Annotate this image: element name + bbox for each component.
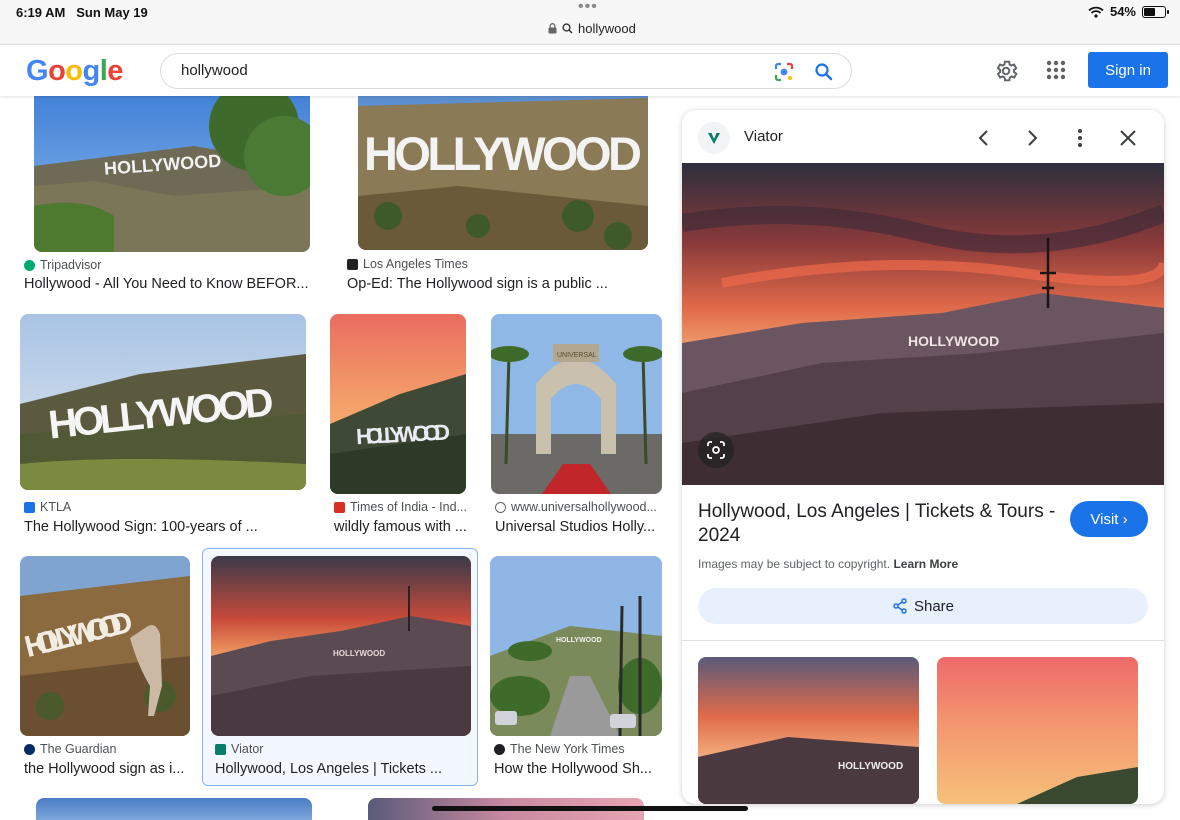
result-source: Times of India - Ind... xyxy=(334,500,467,514)
chevron-right-icon[interactable] xyxy=(1020,126,1044,150)
apps-grid-icon[interactable] xyxy=(1045,59,1067,81)
chevron-left-icon[interactable] xyxy=(972,126,996,150)
result-image-viator[interactable]: HOLLYWOOD xyxy=(211,556,471,736)
status-time: 6:19 AM Sun May 19 xyxy=(16,5,148,20)
gear-icon[interactable] xyxy=(993,58,1019,84)
search-box[interactable] xyxy=(160,53,852,89)
share-icon xyxy=(893,598,907,614)
nyt-favicon-icon xyxy=(494,743,505,755)
battery-icon xyxy=(1142,5,1169,18)
result-card-tripadvisor[interactable]: HOLLYWOOD Tripadvisor Hollywood - All Yo… xyxy=(20,96,324,296)
result-title[interactable]: The Hollywood Sign: 100-years of ... xyxy=(24,519,310,535)
visual-search-button[interactable] xyxy=(698,432,734,468)
lock-icon xyxy=(548,23,557,34)
tab-menu-icon[interactable]: ••• xyxy=(578,0,598,16)
divider xyxy=(682,640,1164,641)
result-source: Tripadvisor xyxy=(24,258,101,272)
status-bar: 6:19 AM Sun May 19 ••• hollywood 54% xyxy=(0,0,1180,44)
google-lens-icon[interactable] xyxy=(773,61,795,83)
share-button[interactable]: Share xyxy=(698,588,1148,624)
logo-letter: o xyxy=(48,55,66,87)
result-image-guardian[interactable]: HOLLYWOOD xyxy=(20,556,190,736)
related-image-1[interactable]: HOLLYWOOD xyxy=(698,657,919,804)
search-input[interactable] xyxy=(181,62,741,79)
result-card-viator-selected[interactable]: HOLLYWOOD Viator Hollywood, Los Angeles … xyxy=(202,548,478,786)
copyright-notice: Images may be subject to copyright. Lear… xyxy=(698,557,959,571)
result-source: Viator xyxy=(215,742,263,756)
result-image-latimes[interactable]: HOLLYWOOD xyxy=(358,96,648,250)
result-image-partial-1[interactable] xyxy=(36,798,312,820)
result-image-nyt[interactable]: HOLLYWOOD xyxy=(490,556,662,736)
result-image-times-of-india[interactable]: HOLLYWOOD xyxy=(330,314,466,494)
wifi-icon xyxy=(1088,6,1104,18)
result-image-tripadvisor[interactable]: HOLLYWOOD xyxy=(34,96,310,252)
address-text: hollywood xyxy=(578,21,636,36)
svg-text:HOLLYWOOD: HOLLYWOOD xyxy=(838,761,903,772)
close-icon[interactable] xyxy=(1116,126,1140,150)
result-card-latimes[interactable]: HOLLYWOOD Los Angeles Times Op-Ed: The H… xyxy=(343,96,663,296)
result-title[interactable]: Universal Studios Holly... xyxy=(495,519,665,535)
logo-letter: G xyxy=(26,55,49,87)
home-indicator[interactable] xyxy=(432,806,748,811)
result-card-partial-1[interactable] xyxy=(36,798,314,820)
svg-text:UNIVERSAL: UNIVERSAL xyxy=(557,352,597,359)
panel-title[interactable]: Hollywood, Los Angeles | Tickets & Tours… xyxy=(698,500,1058,548)
learn-more-link[interactable]: Learn More xyxy=(893,557,958,571)
result-source: The Guardian xyxy=(24,742,116,756)
image-preview-panel: Viator HOLLYWOOD Hollywood, Los Angeles … xyxy=(682,110,1164,804)
svg-text:HOLLYWOOD: HOLLYWOOD xyxy=(556,637,602,644)
image-results-grid: HOLLYWOOD Tripadvisor Hollywood - All Yo… xyxy=(0,96,670,820)
result-card-times-of-india[interactable]: HOLLYWOOD Times of India - Ind... wildly… xyxy=(330,314,470,544)
result-card-guardian[interactable]: HOLLYWOOD The Guardian the Hollywood sig… xyxy=(20,556,192,786)
panel-hero-image[interactable]: HOLLYWOOD xyxy=(682,163,1164,485)
result-card-universal[interactable]: UNIVERSAL www.universalhollywood... Univ… xyxy=(491,314,663,544)
guardian-favicon-icon xyxy=(24,743,35,755)
google-logo[interactable]: Google xyxy=(26,55,123,88)
result-title[interactable]: the Hollywood sign as i... xyxy=(24,761,192,777)
logo-letter: g xyxy=(82,55,101,87)
status-indicators: 54% xyxy=(1088,4,1169,19)
svg-text:HOLLYWOOD: HOLLYWOOD xyxy=(333,649,385,658)
search-icon[interactable] xyxy=(813,61,835,83)
visit-button[interactable]: Visit › xyxy=(1070,501,1148,537)
viator-favicon-icon xyxy=(215,743,226,755)
viator-logo-icon[interactable] xyxy=(698,122,730,154)
globe-icon xyxy=(495,501,506,513)
address-bar[interactable]: hollywood xyxy=(548,21,636,36)
result-image-ktla[interactable]: HOLLYWOOD xyxy=(20,314,306,490)
latimes-favicon-icon xyxy=(347,258,358,270)
search-header: Google Sign in xyxy=(0,44,1180,96)
svg-text:HOLLYWOOD: HOLLYWOOD xyxy=(355,419,450,449)
result-image-universal[interactable]: UNIVERSAL xyxy=(491,314,662,494)
svg-text:HOLLYWOOD: HOLLYWOOD xyxy=(908,333,999,349)
svg-text:HOLLYWOOD: HOLLYWOOD xyxy=(364,127,642,180)
result-title[interactable]: Op-Ed: The Hollywood sign is a public ..… xyxy=(347,276,657,292)
search-icon xyxy=(562,23,573,34)
logo-letter: o xyxy=(65,55,83,87)
result-source: KTLA xyxy=(24,500,71,514)
result-card-ktla[interactable]: HOLLYWOOD KTLA The Hollywood Sign: 100-y… xyxy=(20,314,310,544)
times-of-india-favicon-icon xyxy=(334,501,345,513)
result-title[interactable]: wildly famous with ... xyxy=(334,519,472,535)
result-source: Los Angeles Times xyxy=(347,257,468,271)
result-source: www.universalhollywood... xyxy=(495,500,657,514)
logo-letter: e xyxy=(107,55,123,87)
sign-in-button[interactable]: Sign in xyxy=(1088,52,1168,88)
panel-source[interactable]: Viator xyxy=(744,128,783,145)
ktla-favicon-icon xyxy=(24,501,35,513)
result-title[interactable]: How the Hollywood Sh... xyxy=(494,761,662,777)
result-card-nyt[interactable]: HOLLYWOOD The New York Times How the Hol… xyxy=(490,556,664,786)
more-vert-icon[interactable] xyxy=(1068,126,1092,150)
result-title[interactable]: Hollywood - All You Need to Know BEFOR..… xyxy=(24,276,320,292)
result-source: The New York Times xyxy=(494,742,625,756)
result-title[interactable]: Hollywood, Los Angeles | Tickets ... xyxy=(215,761,471,777)
lens-icon xyxy=(707,441,725,459)
battery-percent: 54% xyxy=(1109,4,1136,19)
related-image-2[interactable] xyxy=(937,657,1138,804)
tripadvisor-favicon-icon xyxy=(24,259,35,271)
